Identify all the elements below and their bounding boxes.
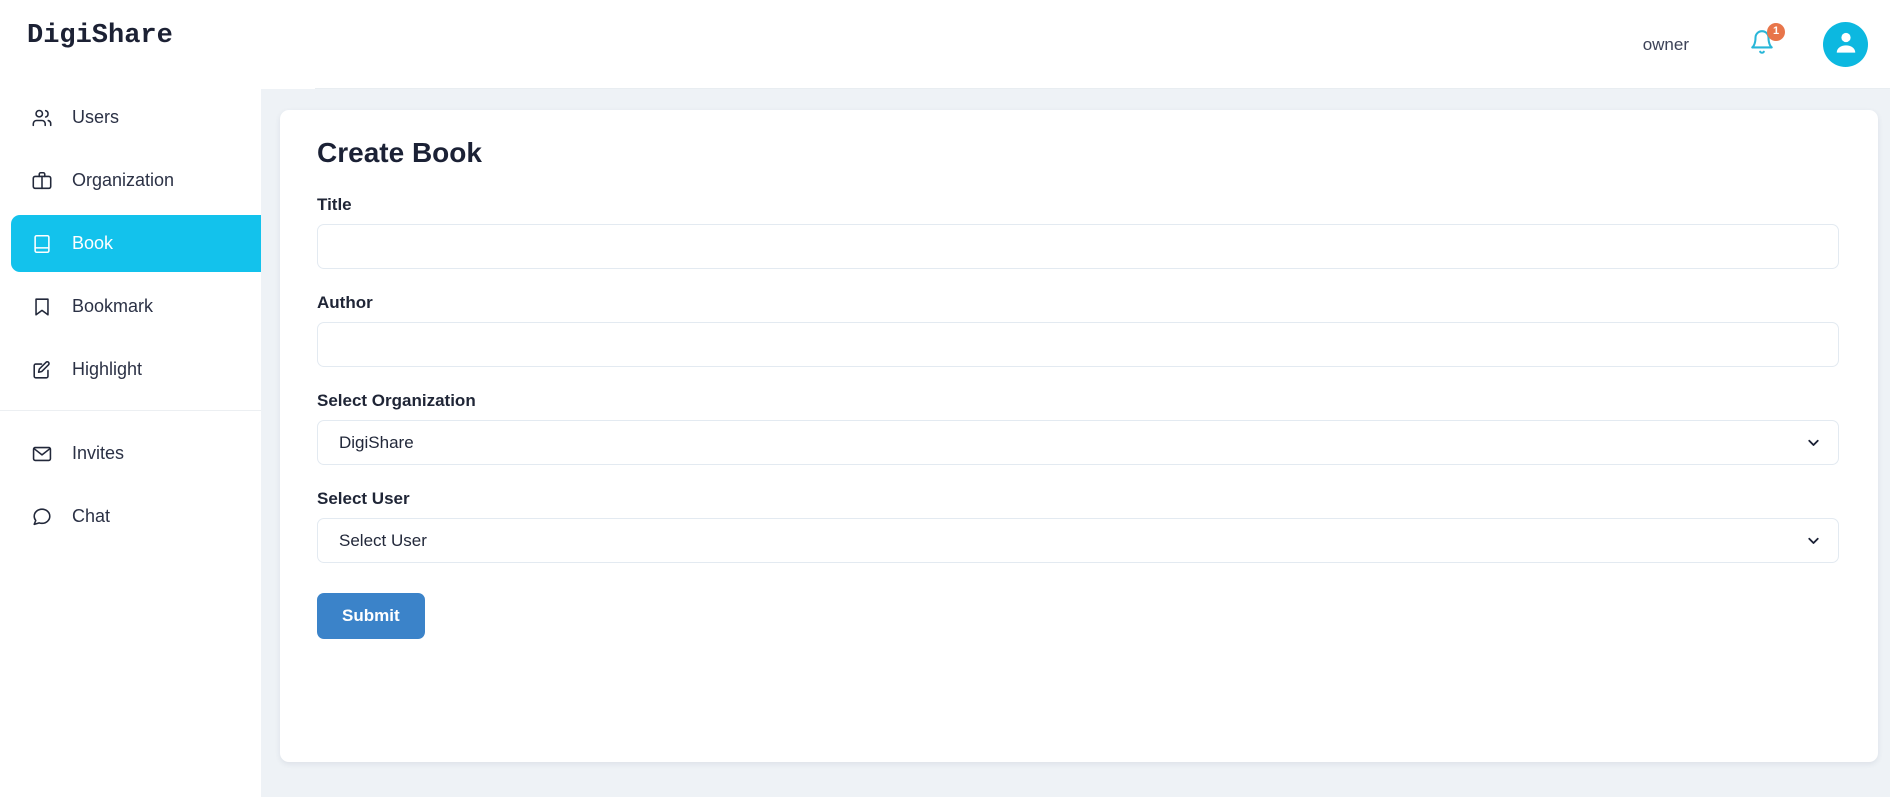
page-title: Create Book	[317, 137, 482, 168]
envelope-icon	[29, 441, 55, 467]
submit-button[interactable]: Submit	[317, 593, 425, 639]
sidebar-item-book[interactable]: Book	[11, 215, 293, 272]
organization-field-label: Select Organization	[317, 391, 476, 410]
header-right-group: owner 1	[1643, 0, 1868, 89]
current-user-label: owner	[1642, 34, 1689, 54]
users-icon	[29, 105, 55, 131]
title-input[interactable]	[317, 224, 1839, 269]
app-logo[interactable]: DigiShare	[27, 21, 173, 51]
sidebar-item-label: Organization	[72, 170, 175, 190]
sidebar-item-label: Book	[72, 233, 114, 253]
chat-bubble-icon	[29, 504, 55, 530]
sidebar-item-label: Invites	[72, 443, 125, 463]
notifications-button[interactable]: 1	[1745, 22, 1785, 62]
user-select-wrap: Select User	[317, 518, 1839, 563]
sidebar-item-label: Bookmark	[72, 296, 154, 316]
author-input[interactable]	[317, 322, 1839, 367]
organization-select[interactable]: DigiShare	[317, 420, 1839, 465]
top-header-bar: DigiShare owner 1	[0, 0, 1890, 89]
title-field-label: Title	[317, 195, 352, 214]
organization-select-wrap: DigiShare	[317, 420, 1839, 465]
sidebar-item-label: Highlight	[72, 359, 143, 379]
edit-square-icon	[29, 357, 55, 383]
user-field-label: Select User	[317, 489, 410, 508]
sidebar-item-organization[interactable]: Organization	[11, 152, 293, 209]
bookmark-icon	[29, 294, 55, 320]
author-field-label: Author	[317, 293, 373, 312]
user-avatar-icon	[1831, 27, 1861, 62]
user-select[interactable]: Select User	[317, 518, 1839, 563]
sidebar-item-highlight[interactable]: Highlight	[11, 341, 293, 398]
sidebar-item-users[interactable]: Users	[11, 89, 293, 146]
sidebar-item-invites[interactable]: Invites	[11, 425, 293, 482]
main-content-area: Create Book Title Author Select Organiza…	[261, 89, 1890, 797]
sidebar-item-label: Chat	[72, 506, 111, 526]
notification-count-badge: 1	[1767, 22, 1785, 41]
sidebar-item-chat[interactable]: Chat	[11, 488, 293, 545]
book-icon	[29, 231, 55, 257]
sidebar-item-label: Users	[72, 107, 120, 127]
avatar[interactable]	[1823, 22, 1868, 67]
briefcase-icon	[29, 168, 55, 194]
create-book-card: Create Book Title Author Select Organiza…	[280, 110, 1878, 762]
sidebar-item-bookmark[interactable]: Bookmark	[11, 278, 293, 335]
